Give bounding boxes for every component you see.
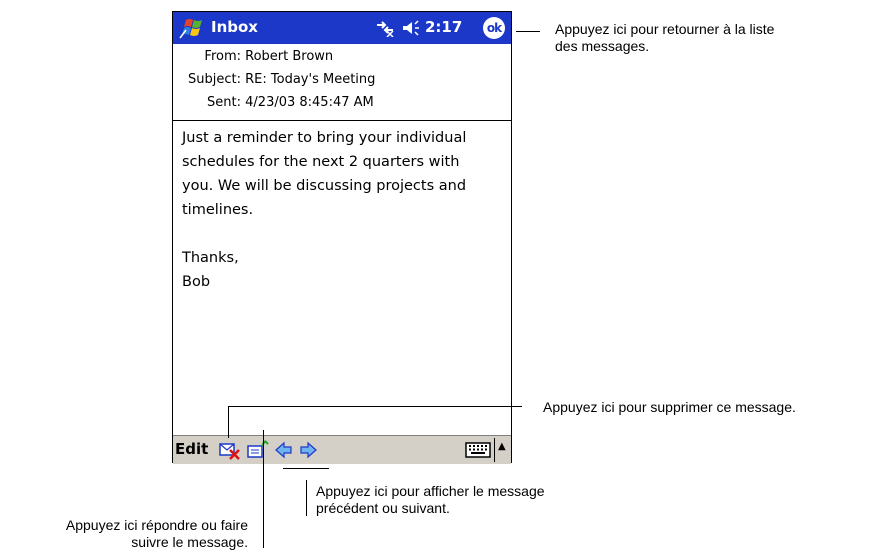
subject-label: Subject: bbox=[188, 72, 241, 87]
pocket-pc-screen: Inbox 2:17 ok From: Robert Brown Subject… bbox=[172, 11, 512, 464]
callout-line-delete bbox=[228, 406, 522, 407]
sip-divider bbox=[494, 438, 495, 462]
previous-arrow-icon[interactable] bbox=[273, 440, 295, 460]
message-body[interactable]: Just a reminder to bring your individual… bbox=[182, 126, 502, 294]
callout-navigate-text: Appuyez ici pour afficher le message pré… bbox=[316, 483, 545, 516]
ok-button[interactable]: ok bbox=[483, 17, 505, 39]
next-arrow-icon[interactable] bbox=[297, 440, 319, 460]
callout-delete-text: Appuyez ici pour supprimer ce message. bbox=[543, 399, 796, 415]
sip-arrow-icon[interactable]: ▲ bbox=[498, 441, 506, 452]
title-bar: Inbox 2:17 ok bbox=[173, 12, 511, 44]
subject-value: RE: Today's Meeting bbox=[245, 72, 376, 87]
speaker-icon[interactable] bbox=[401, 19, 421, 37]
callout-line-navigate bbox=[283, 468, 329, 469]
callout-reply-text: Appuyez ici répondre ou faire suivre le … bbox=[65, 517, 248, 550]
callout-line-navigate-drop bbox=[306, 480, 307, 516]
menu-bar: Edit ▲ bbox=[173, 435, 511, 464]
sent-row: Sent: 4/23/03 8:45:47 AM bbox=[177, 93, 374, 113]
callout-line-ok bbox=[516, 31, 540, 32]
reply-icon[interactable] bbox=[247, 440, 269, 460]
clock[interactable]: 2:17 bbox=[425, 18, 462, 36]
callout-line-reply bbox=[263, 430, 264, 548]
connectivity-icon[interactable] bbox=[375, 19, 395, 37]
from-row: From: Robert Brown bbox=[177, 47, 333, 67]
from-value: Robert Brown bbox=[245, 49, 334, 64]
from-label: From: bbox=[204, 49, 241, 64]
sent-value: 4/23/03 8:45:47 AM bbox=[245, 95, 374, 110]
sent-label: Sent: bbox=[207, 95, 241, 110]
app-title: Inbox bbox=[211, 18, 258, 36]
edit-menu[interactable]: Edit bbox=[175, 440, 208, 458]
subject-row: Subject: RE: Today's Meeting bbox=[177, 70, 375, 90]
delete-icon[interactable] bbox=[219, 440, 241, 460]
windows-start-icon[interactable] bbox=[177, 16, 207, 42]
keyboard-icon[interactable] bbox=[465, 442, 491, 458]
callout-line-delete-drop bbox=[228, 406, 229, 438]
callout-ok-text: Appuyez ici pour retourner à la liste de… bbox=[555, 21, 775, 54]
header-divider bbox=[173, 120, 511, 121]
